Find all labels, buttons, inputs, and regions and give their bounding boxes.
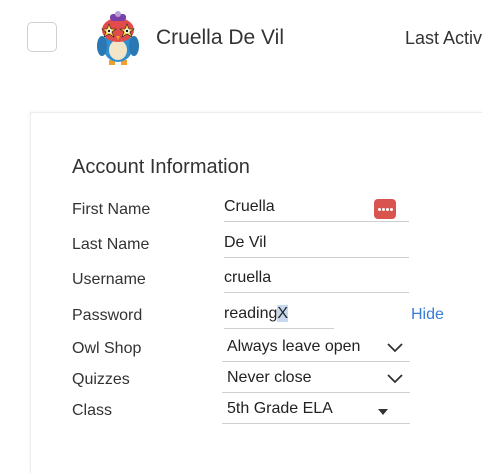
caret-down-icon: [378, 409, 388, 415]
password-text: reading: [224, 305, 278, 322]
hide-password-link[interactable]: Hide: [411, 306, 444, 324]
username-field[interactable]: cruella: [224, 267, 409, 293]
last-name-value: De Vil: [224, 234, 267, 251]
quizzes-select[interactable]: Never close: [222, 367, 410, 393]
last-name-label: Last Name: [72, 236, 150, 253]
account-information-title: Account Information: [72, 156, 250, 178]
class-select[interactable]: 5th Grade ELA: [222, 398, 410, 424]
class-value: 5th Grade ELA: [227, 400, 333, 417]
last-name-field[interactable]: De Vil: [224, 232, 409, 258]
quizzes-value: Never close: [227, 369, 312, 386]
username-value: cruella: [224, 269, 272, 286]
class-label: Class: [72, 402, 113, 419]
chevron-down-icon: [387, 374, 403, 384]
first-name-value: Cruella: [224, 198, 275, 215]
chevron-down-icon: [387, 343, 403, 353]
select-student-checkbox[interactable]: [27, 22, 57, 52]
username-label: Username: [72, 271, 146, 288]
password-manager-icon[interactable]: [374, 199, 396, 219]
password-value: readingX: [224, 305, 289, 323]
student-header-row: Cruella De Vil Last Activ: [0, 0, 482, 80]
password-field[interactable]: readingX: [224, 303, 334, 329]
first-name-label: First Name: [72, 201, 151, 218]
quizzes-label: Quizzes: [72, 371, 130, 388]
owl-shop-value: Always leave open: [227, 338, 361, 355]
password-label: Password: [72, 307, 143, 324]
owl-shop-label: Owl Shop: [72, 340, 142, 357]
last-active-label: Last Activ: [405, 28, 482, 48]
owl-avatar-icon: [97, 11, 139, 65]
student-name[interactable]: Cruella De Vil: [156, 26, 284, 50]
password-selected-text: X: [277, 305, 289, 322]
owl-shop-select[interactable]: Always leave open: [222, 336, 410, 362]
